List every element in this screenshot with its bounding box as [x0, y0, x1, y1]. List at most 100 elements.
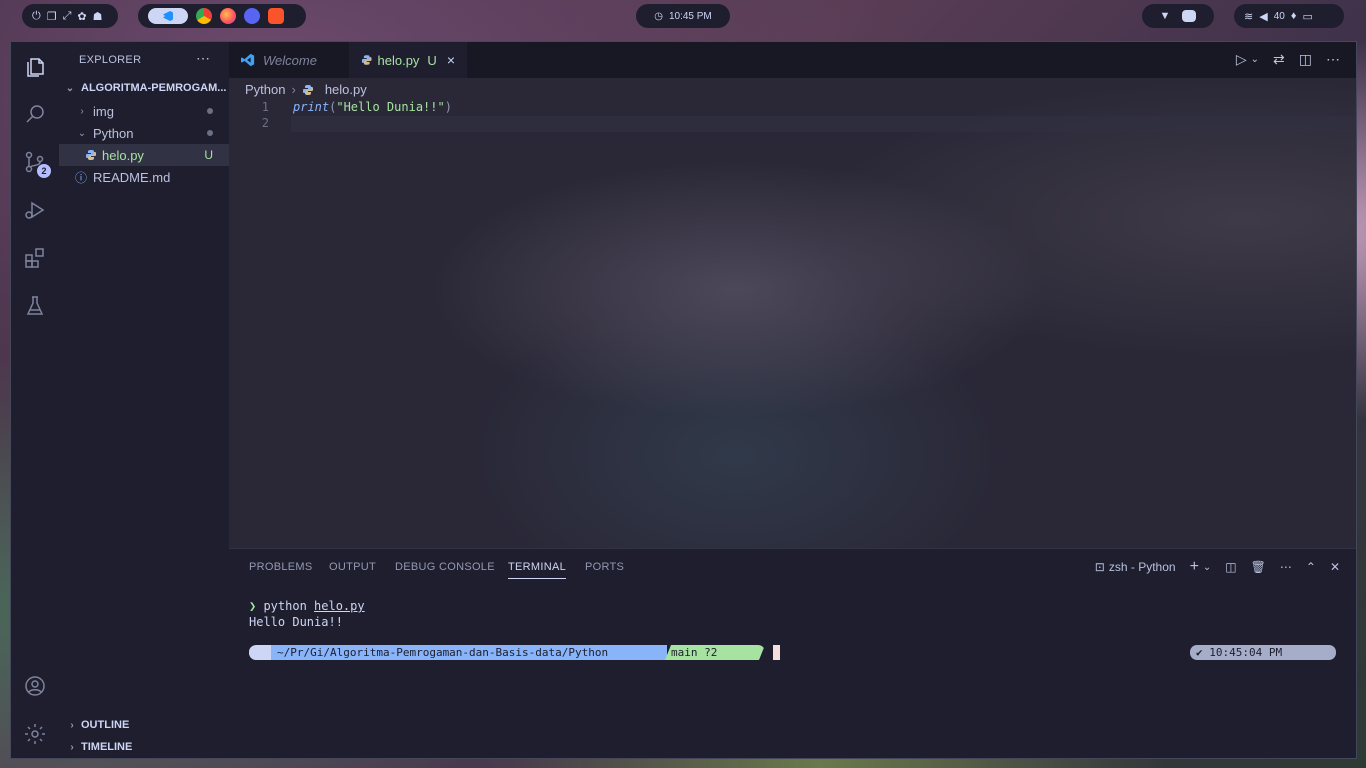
- resize-icon[interactable]: ⤢: [63, 10, 72, 23]
- split-editor-icon[interactable]: ◫: [1299, 51, 1312, 69]
- tab-helo-py[interactable]: helo.py U ×: [349, 42, 467, 78]
- clock-pill[interactable]: ◷ 10:45 PM: [636, 4, 730, 28]
- wifi-icon[interactable]: ≋: [1244, 10, 1253, 23]
- vscode-app-icon[interactable]: [148, 8, 188, 24]
- python-file-icon: [86, 150, 96, 160]
- vpn-shield-icon[interactable]: ▼: [1160, 10, 1171, 22]
- modified-dot: [207, 108, 213, 114]
- tab-label: helo.py: [377, 52, 420, 68]
- timeline-section[interactable]: › TIMELINE: [59, 736, 229, 758]
- window-icon[interactable]: ❐: [47, 10, 57, 23]
- line-number: 1: [261, 100, 269, 114]
- tree-item-label: helo.py: [102, 147, 144, 163]
- tab-status: U: [427, 52, 437, 68]
- volume-icon[interactable]: ◀: [1259, 10, 1267, 23]
- chevron-down-icon: ⌄: [77, 127, 87, 139]
- testing-flask-icon[interactable]: [23, 294, 47, 318]
- add-terminal-icon[interactable]: +: [1190, 558, 1199, 576]
- ghost-icon[interactable]: ☗: [93, 10, 103, 23]
- trash-icon[interactable]: 🗑: [1251, 560, 1266, 574]
- explorer-files-icon[interactable]: [23, 54, 47, 78]
- account-icon[interactable]: [23, 674, 47, 698]
- untracked-status: U: [204, 148, 213, 162]
- outline-section[interactable]: › OUTLINE: [59, 714, 229, 736]
- tab-terminal[interactable]: TERMINAL: [508, 561, 567, 579]
- prompt-time-segment: ✔ 10:45:04 PM: [1190, 645, 1336, 660]
- close-icon[interactable]: ×: [447, 52, 455, 68]
- python-file-icon: [361, 55, 372, 65]
- terminal-command: python: [263, 599, 315, 613]
- battery-icon[interactable]: ▭: [1302, 10, 1312, 23]
- terminal-name[interactable]: zsh - Python: [1109, 560, 1176, 574]
- chevron-right-icon: ›: [70, 741, 74, 753]
- workspace-root-folder[interactable]: ⌄ ALGORITMA-PEMROGAM...: [59, 77, 229, 99]
- tree-item-img[interactable]: › img: [59, 100, 229, 122]
- more-actions-icon[interactable]: ⋯: [1326, 51, 1340, 69]
- editor-actions: ▷ ⌄ ⇄ ◫ ⋯: [1236, 51, 1340, 69]
- discord-tray-icon[interactable]: [1182, 10, 1197, 22]
- editor-tab-bar: Welcome helo.py U × ▷ ⌄ ⇄ ◫ ⋯: [229, 42, 1356, 78]
- terminal-command-line: ❯ python helo.py: [249, 599, 365, 613]
- breadcrumb: Python › helo.py: [245, 82, 367, 97]
- tree-item-label: img: [93, 103, 114, 119]
- breadcrumb-file[interactable]: helo.py: [325, 82, 367, 97]
- info-file-icon: ⓘ: [75, 170, 88, 185]
- volume-level: 40: [1273, 10, 1285, 22]
- outline-label: OUTLINE: [81, 719, 130, 731]
- code-line[interactable]: print("Hello Dunia!!"): [293, 100, 452, 114]
- prompt-git-segment: main ?2: [665, 645, 765, 660]
- compare-changes-icon[interactable]: ⇄: [1273, 51, 1285, 69]
- terminal-icon: ⊡: [1094, 560, 1105, 574]
- vscode-icon: [241, 53, 255, 67]
- run-icon[interactable]: ▷: [1236, 51, 1247, 69]
- power-icon[interactable]: ⏻: [32, 10, 41, 23]
- terminal-command-file[interactable]: helo.py: [314, 599, 365, 613]
- close-panel-icon[interactable]: ✕: [1330, 560, 1340, 574]
- chevron-down-icon[interactable]: ⌄: [1203, 562, 1211, 573]
- terminal-cursor: [773, 645, 780, 660]
- status-pill: ≋ ◀ 40 ♦ ▭: [1234, 4, 1344, 28]
- line-number: 2: [261, 116, 269, 130]
- tab-debug-console[interactable]: DEBUG CONSOLE: [395, 561, 495, 573]
- vscode-window: 2 EXPLORER ⋯ ⌄ ALGORITMA-PEMROGAM... › i…: [10, 41, 1357, 759]
- more-actions-icon[interactable]: ⋯: [1280, 560, 1292, 574]
- prompt-arrow-icon: ❯: [249, 599, 264, 613]
- system-tray-left: ⏻ ❐ ⤢ ✿ ☗: [22, 4, 118, 28]
- tab-label: Welcome: [263, 52, 317, 68]
- extensions-icon[interactable]: [23, 246, 47, 270]
- brave-app-icon[interactable]: [268, 8, 284, 24]
- microphone-icon[interactable]: ♦: [1291, 10, 1297, 22]
- current-line-highlight: [291, 116, 1356, 132]
- tab-output[interactable]: OUTPUT: [329, 561, 376, 573]
- tree-item-python[interactable]: ⌄ Python: [59, 122, 229, 144]
- tab-welcome[interactable]: Welcome: [229, 42, 349, 78]
- settings-gear-icon[interactable]: [23, 722, 47, 746]
- more-actions-icon[interactable]: ⋯: [196, 50, 210, 67]
- chevron-down-icon[interactable]: ⌄: [1251, 51, 1259, 69]
- tab-problems[interactable]: PROBLEMS: [249, 561, 313, 573]
- tab-ports[interactable]: PORTS: [585, 561, 624, 573]
- explorer-sidebar: EXPLORER ⋯ ⌄ ALGORITMA-PEMROGAM... › img…: [59, 42, 229, 758]
- tree-item-helo-py[interactable]: helo.py U: [59, 144, 229, 166]
- clock-text: 10:45 PM: [668, 10, 712, 22]
- editor-background: [229, 78, 1356, 548]
- split-terminal-icon[interactable]: ◫: [1225, 560, 1236, 574]
- tree-item-readme[interactable]: ⓘ README.md: [59, 166, 229, 188]
- search-icon[interactable]: [23, 102, 47, 126]
- chrome-app-icon[interactable]: [196, 8, 212, 24]
- tray-icons: ▼: [1142, 4, 1214, 28]
- workspace-root-label: ALGORITMA-PEMROGAM...: [81, 82, 227, 94]
- chevron-down-icon: ⌄: [65, 82, 75, 94]
- chevron-right-icon: ›: [70, 719, 74, 731]
- discord-app-icon[interactable]: [244, 8, 260, 24]
- bottom-panel: PROBLEMS OUTPUT DEBUG CONSOLE TERMINAL P…: [229, 548, 1356, 758]
- source-control-badge: 2: [37, 164, 51, 178]
- taskbar-apps: [138, 4, 306, 28]
- terminal-output: Hello Dunia!!: [249, 615, 343, 629]
- tree-item-label: Python: [93, 125, 134, 141]
- run-debug-icon[interactable]: [23, 198, 47, 222]
- maximize-panel-icon[interactable]: ⌃: [1306, 560, 1316, 574]
- firefox-app-icon[interactable]: [220, 8, 236, 24]
- breadcrumb-folder[interactable]: Python: [245, 82, 285, 97]
- palette-icon[interactable]: ✿: [77, 10, 86, 23]
